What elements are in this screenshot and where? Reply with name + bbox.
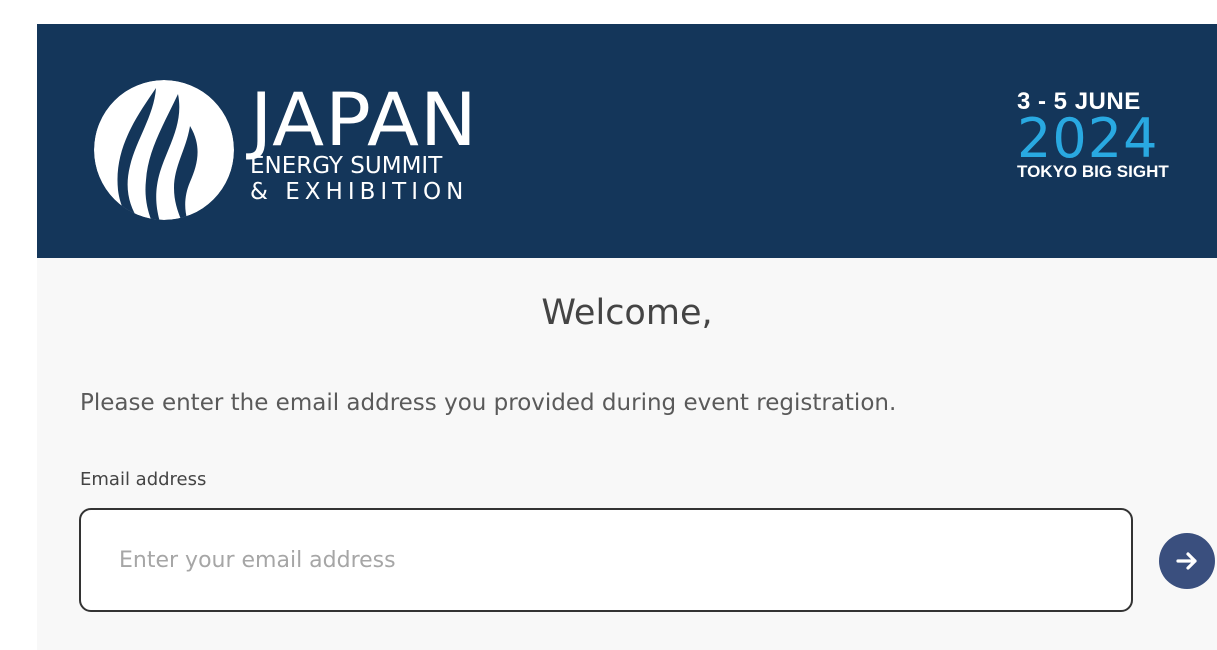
login-instructions: Please enter the email address you provi… [80, 390, 897, 416]
event-year: 2024 [1017, 107, 1159, 170]
login-card: JAPAN ENERGY SUMMIT & EXHIBITION 3 - 5 J… [37, 24, 1217, 650]
email-field[interactable] [79, 508, 1133, 612]
event-logo-text: JAPAN ENERGY SUMMIT & EXHIBITION [250, 84, 477, 205]
event-venue: TOKYO BIG SIGHT [1017, 162, 1169, 181]
flame-logo-icon [94, 80, 234, 220]
event-info: 3 - 5 JUNE 2024 TOKYO BIG SIGHT [1017, 90, 1169, 181]
arrow-right-icon [1176, 552, 1197, 570]
email-label: Email address [80, 469, 207, 490]
submit-button[interactable] [1159, 533, 1215, 589]
logo-title: JAPAN [250, 78, 478, 163]
welcome-heading: Welcome, [541, 293, 713, 333]
logo-subtitle-2: & EXHIBITION [250, 179, 469, 205]
event-banner: JAPAN ENERGY SUMMIT & EXHIBITION 3 - 5 J… [37, 24, 1217, 258]
